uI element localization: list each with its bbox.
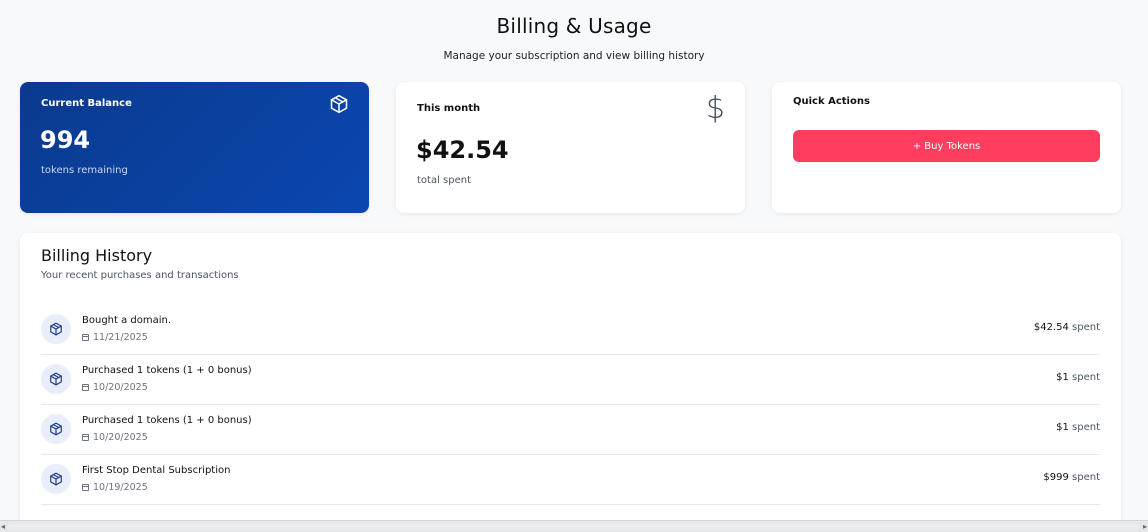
quick-actions-card: Quick Actions + Buy Tokens xyxy=(772,82,1121,213)
history-item-date-text: 10/20/2025 xyxy=(93,382,148,393)
history-item-amount-value: $1 xyxy=(1056,372,1069,383)
history-row: Bought a domain. 11/21/2025 $42.54 spent xyxy=(41,305,1100,355)
history-item-amount: $999 spent xyxy=(1043,472,1100,483)
history-item-amount-value: $1 xyxy=(1056,422,1069,433)
package-icon xyxy=(41,364,71,394)
scroll-thumb[interactable] xyxy=(8,523,1140,530)
page-header: Billing & Usage Manage your subscription… xyxy=(0,0,1148,62)
billing-history: Billing History Your recent purchases an… xyxy=(20,233,1121,532)
history-item-date: 10/20/2025 xyxy=(82,382,148,393)
calendar-icon xyxy=(82,434,89,441)
history-item-date: 10/20/2025 xyxy=(82,432,148,443)
balance-value: 994 xyxy=(40,126,91,154)
history-row: First Stop Dental Subscription 10/19/202… xyxy=(41,455,1100,505)
history-item-amount-unit: spent xyxy=(1072,422,1100,433)
calendar-icon xyxy=(82,384,89,391)
history-item-date-text: 10/20/2025 xyxy=(93,432,148,443)
history-item-amount-value: $999 xyxy=(1043,472,1069,483)
history-item-title: First Stop Dental Subscription xyxy=(82,465,231,476)
history-item-date-text: 11/21/2025 xyxy=(93,332,148,343)
page-title: Billing & Usage xyxy=(496,14,652,38)
history-item-date: 11/21/2025 xyxy=(82,332,148,343)
history-row: Purchased 1 tokens (1 + 0 bonus) 10/20/2… xyxy=(41,355,1100,405)
buy-tokens-button[interactable]: + Buy Tokens xyxy=(793,130,1100,162)
history-item-title: Purchased 1 tokens (1 + 0 bonus) xyxy=(82,365,252,376)
history-subtitle: Your recent purchases and transactions xyxy=(41,270,239,281)
history-item-date-text: 10/19/2025 xyxy=(93,482,148,493)
history-item-date: 10/19/2025 xyxy=(82,482,148,493)
package-icon xyxy=(330,94,348,114)
scroll-right-arrow-icon[interactable]: ▸ xyxy=(1143,522,1147,531)
calendar-icon xyxy=(82,484,89,491)
scroll-left-arrow-icon[interactable]: ◂ xyxy=(1,522,5,531)
package-icon xyxy=(41,464,71,494)
history-item-amount-value: $42.54 xyxy=(1033,322,1069,333)
horizontal-scrollbar[interactable]: ◂ ▸ xyxy=(0,520,1148,532)
history-item-amount: $1 spent xyxy=(1056,422,1100,433)
summary-cards: Current Balance 994 tokens remaining Thi… xyxy=(20,82,1121,213)
month-sub: total spent xyxy=(417,175,472,186)
calendar-icon xyxy=(82,334,89,341)
this-month-card: This month $ $42.54 total spent xyxy=(396,82,745,213)
history-title: Billing History xyxy=(41,246,153,265)
current-balance-card: Current Balance 994 tokens remaining xyxy=(20,82,369,213)
quick-actions-label: Quick Actions xyxy=(793,96,870,107)
history-list: Bought a domain. 11/21/2025 $42.54 spent… xyxy=(41,305,1100,505)
history-item-amount: $42.54 spent xyxy=(1034,322,1100,333)
history-item-amount: $1 spent xyxy=(1056,372,1100,383)
package-icon xyxy=(41,414,71,444)
month-label: This month xyxy=(417,103,481,114)
balance-label: Current Balance xyxy=(41,98,132,109)
history-item-title: Bought a domain. xyxy=(82,315,172,326)
page-subtitle: Manage your subscription and view billin… xyxy=(443,50,705,62)
package-icon xyxy=(41,314,71,344)
history-item-amount-unit: spent xyxy=(1072,472,1100,483)
balance-sub: tokens remaining xyxy=(41,165,128,176)
history-item-amount-unit: spent xyxy=(1072,322,1100,333)
history-row: Purchased 1 tokens (1 + 0 bonus) 10/20/2… xyxy=(41,405,1100,455)
month-value: $42.54 xyxy=(416,136,509,164)
history-item-amount-unit: spent xyxy=(1072,372,1100,383)
history-item-title: Purchased 1 tokens (1 + 0 bonus) xyxy=(82,415,252,426)
dollar-icon: $ xyxy=(705,91,725,126)
